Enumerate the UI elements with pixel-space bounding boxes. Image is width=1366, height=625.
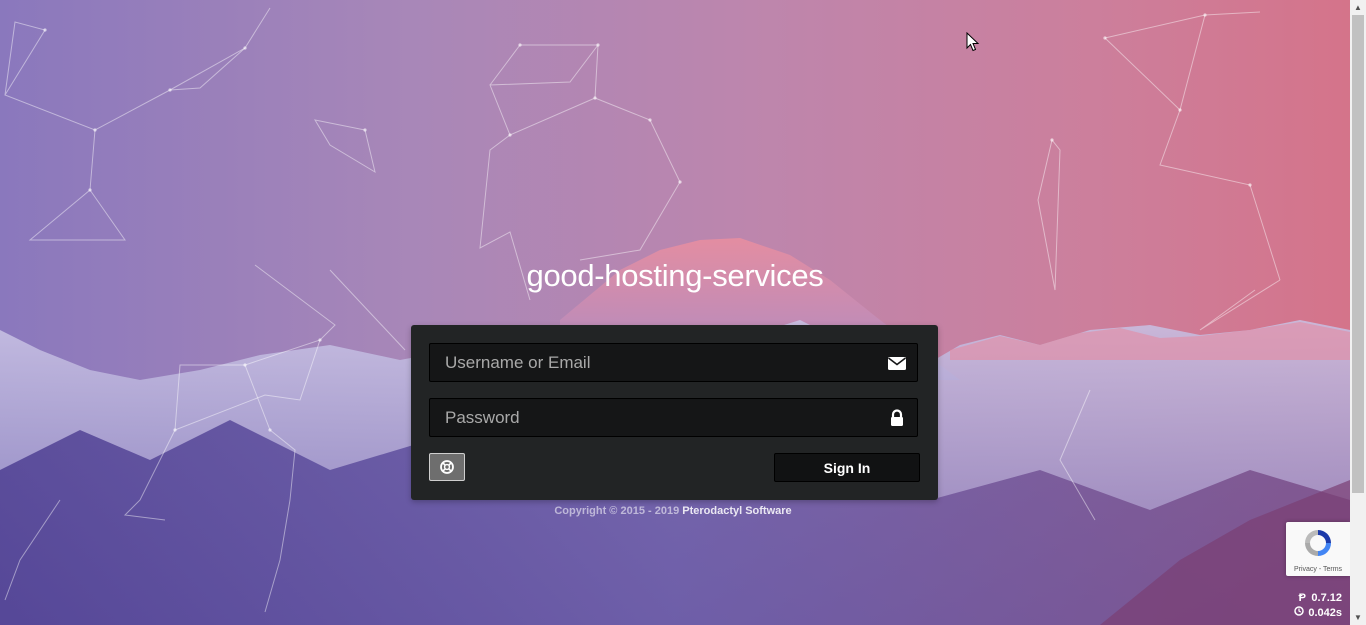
copyright: Copyright © 2015 - 2019 Pterodactyl Soft… (0, 505, 1346, 517)
password-input[interactable] (430, 399, 885, 436)
clock-icon (1293, 606, 1305, 621)
version-number: 0.7.12 (1311, 592, 1342, 604)
pterodactyl-logo-icon: Ᵽ (1298, 592, 1307, 604)
vertical-scrollbar[interactable]: ▲ ▼ (1350, 0, 1366, 625)
password-field-wrapper (429, 398, 918, 437)
render-time: 0.042s (1308, 607, 1342, 619)
site-title: good-hosting-services (526, 258, 824, 293)
recaptcha-links: Privacy - Terms (1286, 566, 1350, 573)
scrollbar-thumb[interactable] (1352, 15, 1364, 493)
sign-in-button[interactable]: Sign In (774, 453, 920, 482)
lock-icon (887, 408, 907, 428)
support-button[interactable] (429, 453, 465, 481)
version-row: Ᵽ 0.7.12 (1293, 591, 1342, 606)
recaptcha-privacy-link[interactable]: Privacy (1294, 566, 1317, 573)
recaptcha-terms-link[interactable]: Terms (1323, 566, 1342, 573)
username-field-wrapper (429, 343, 918, 382)
envelope-icon (887, 353, 907, 373)
mouse-cursor-icon (966, 31, 980, 57)
background-mountains (0, 7, 1350, 625)
login-form: Sign In (411, 325, 938, 500)
version-info: Ᵽ 0.7.12 0.042s (1293, 591, 1342, 621)
copyright-text: Copyright © 2015 - 2019 (554, 505, 683, 517)
copyright-brand-link[interactable]: Pterodactyl Software (682, 505, 791, 517)
login-page: good-hosting-services Username or Email … (0, 0, 1366, 625)
recaptcha-badge[interactable]: Privacy - Terms (1286, 522, 1350, 576)
render-time-row: 0.042s (1293, 606, 1342, 621)
scroll-up-icon[interactable]: ▲ (1350, 0, 1366, 15)
username-input[interactable] (430, 344, 885, 381)
scroll-down-icon[interactable]: ▼ (1350, 610, 1366, 625)
